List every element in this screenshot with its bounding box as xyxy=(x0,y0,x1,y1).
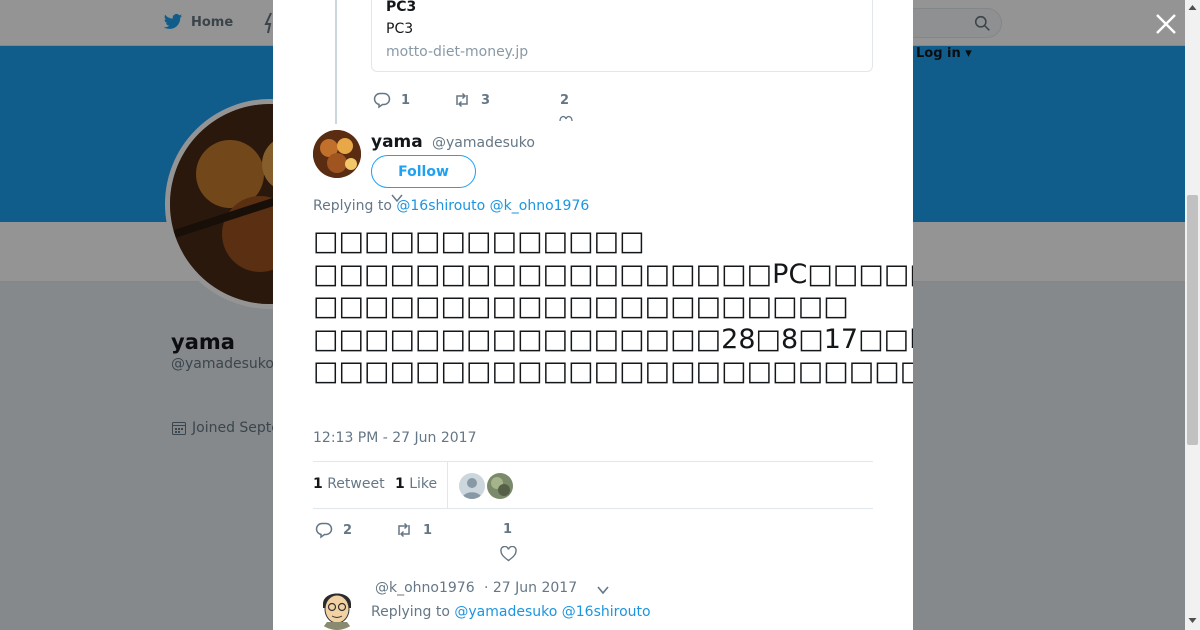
tweet-text: □□□□□□□□□□□□□ □□□□□□□□□□□□□□□□□□PC□□□□ □□… xyxy=(313,226,913,389)
parent-retweet-button[interactable]: 3 xyxy=(453,91,490,109)
retweet-count: 1 xyxy=(423,522,433,538)
reply-icon xyxy=(373,92,391,109)
reply-replying-prefix: Replying to xyxy=(371,604,455,620)
parent-retweet-count: 3 xyxy=(481,92,491,108)
scroll-down-arrow-icon[interactable] xyxy=(1188,616,1197,625)
parent-reply-button[interactable]: 1 xyxy=(373,91,410,109)
link-card-title: PC3 xyxy=(386,0,417,15)
heart-icon[interactable] xyxy=(500,546,517,562)
scrollbar-thumb[interactable] xyxy=(1187,195,1198,445)
replying-to: Replying to @16shirouto @k_ohno1976 xyxy=(313,198,589,214)
like-stat-count: 1 xyxy=(395,476,405,492)
thread-connector xyxy=(335,0,337,124)
retweet-icon xyxy=(456,92,468,108)
stats-divider xyxy=(447,462,448,509)
reply-author-handle[interactable]: @k_ohno1976 xyxy=(375,580,475,596)
retweet-stat-label: Retweet xyxy=(327,476,385,492)
author-avatar-image xyxy=(313,130,361,178)
chevron-down-icon[interactable] xyxy=(596,584,610,596)
parent-like-count: 2 xyxy=(560,93,570,108)
default-user-icon xyxy=(459,473,485,499)
liker-avatar[interactable] xyxy=(459,473,485,499)
retweet-button[interactable]: 1 xyxy=(395,521,432,539)
reply-icon xyxy=(315,522,333,539)
replying-prefix: Replying to xyxy=(313,198,397,214)
retweet-stat-count: 1 xyxy=(313,476,323,492)
like-count: 1 xyxy=(503,522,513,537)
reply-replying-to: Replying to @yamadesuko @16shirouto xyxy=(371,604,651,620)
scrollbar[interactable] xyxy=(1185,0,1200,630)
like-stat[interactable]: 1 Like xyxy=(395,476,437,492)
author-avatar[interactable] xyxy=(313,130,361,178)
link-card[interactable]: PC3 PC3 motto-diet-money.jp xyxy=(371,0,873,72)
tweet-text-line: □□□□□□□□□□□□□□□□□□□□□ xyxy=(313,291,849,322)
mention-link[interactable]: @16shirouto xyxy=(562,604,651,620)
liker-avatar[interactable] xyxy=(487,473,513,499)
tweet-text-line: □□□□□□□□□□□□□□□□28□8□17□□IR□□□□□□□□□ xyxy=(313,323,913,355)
mention-link[interactable]: @k_ohno1976 xyxy=(490,198,590,214)
follow-button[interactable]: Follow xyxy=(371,155,476,188)
author-name[interactable]: yama xyxy=(371,132,423,152)
mention-link[interactable]: @yamadesuko xyxy=(454,604,557,620)
tweet-text-line: □□□□□□□□□□□□□□□□□□□□□□□□□□□□□□ xyxy=(313,356,913,387)
reply-author-avatar[interactable] xyxy=(313,582,361,630)
reply-author-avatar-image xyxy=(313,582,361,630)
mention-link[interactable]: @16shirouto xyxy=(396,198,485,214)
reply-button[interactable]: 2 xyxy=(315,521,352,539)
author-handle[interactable]: @yamadesuko xyxy=(432,135,535,151)
close-icon[interactable] xyxy=(1153,11,1179,37)
like-stat-label: Like xyxy=(409,476,438,492)
link-card-domain: motto-diet-money.jp xyxy=(386,44,529,60)
retweet-icon xyxy=(398,522,410,538)
heart-icon[interactable] xyxy=(559,114,573,122)
parent-like-button[interactable]: 2 xyxy=(560,93,569,108)
retweet-stat[interactable]: 1 Retweet xyxy=(313,476,385,492)
liker-avatar-image xyxy=(487,473,513,499)
like-button[interactable]: 1 xyxy=(503,522,512,537)
link-card-description: PC3 xyxy=(386,21,414,37)
scroll-up-arrow-icon[interactable] xyxy=(1188,3,1197,12)
tweet-timestamp[interactable]: 12:13 PM - 27 Jun 2017 xyxy=(313,430,477,446)
tweet-stats: 1 Retweet 1 Like xyxy=(313,461,873,509)
parent-reply-count: 1 xyxy=(401,92,411,108)
tweet-modal: PC3 PC3 motto-diet-money.jp 1 3 2 yama @… xyxy=(273,0,913,630)
tweet-text-line: □□□□□□□□□□□□□□□□□□PC□□□□□□□□□□□□□□□□□□□ … xyxy=(313,258,913,290)
reply-count: 2 xyxy=(343,522,353,538)
reply-time[interactable]: · 27 Jun 2017 xyxy=(484,580,577,596)
tweet-text-line: □□□□□□□□□□□□□ xyxy=(313,226,645,257)
